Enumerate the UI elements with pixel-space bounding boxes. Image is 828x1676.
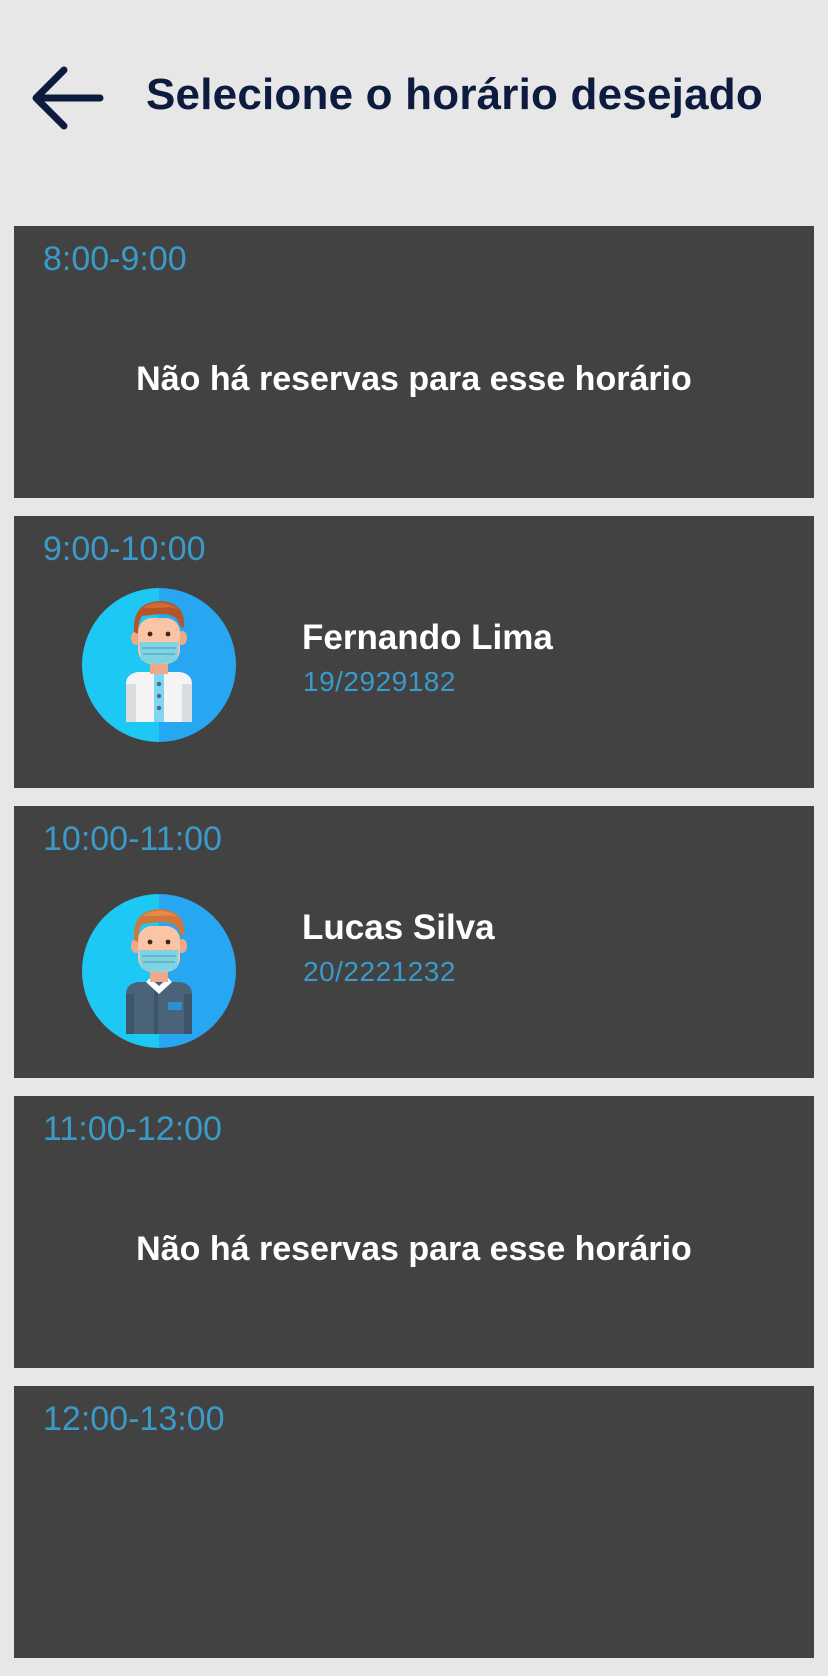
doctor-masked-avatar-icon <box>82 588 236 742</box>
time-slot-card[interactable]: 10:00-11:00 Lucas Silva 20/2221232 <box>14 806 814 1078</box>
slot-time: 9:00-10:00 <box>43 530 206 568</box>
time-slot-card[interactable]: 8:00-9:00 Não há reservas para esse horá… <box>14 226 814 498</box>
time-slot-list: 8:00-9:00 Não há reservas para esse horá… <box>14 226 814 1676</box>
man-masked-avatar-icon <box>82 894 236 1048</box>
time-slot-card[interactable]: 11:00-12:00 Não há reservas para esse ho… <box>14 1096 814 1368</box>
back-button[interactable] <box>28 62 108 134</box>
slot-time: 12:00-13:00 <box>43 1400 225 1438</box>
person-name: Fernando Lima <box>302 618 553 657</box>
page-title: Selecione o horário desejado <box>146 70 763 119</box>
slot-time: 8:00-9:00 <box>43 240 187 278</box>
no-reservation-text: Não há reservas para esse horário <box>136 1230 692 1268</box>
person-id: 20/2221232 <box>303 956 456 987</box>
app-header: Selecione o horário desejado <box>0 0 828 200</box>
arrow-left-icon <box>32 66 104 130</box>
time-slot-card[interactable]: 9:00-10:00 Fernando Lima 19/2929182 <box>14 516 814 788</box>
time-slot-card[interactable]: 12:00-13:00 <box>14 1386 814 1658</box>
no-reservation-text: Não há reservas para esse horário <box>136 360 692 398</box>
person-name: Lucas Silva <box>302 908 495 947</box>
slot-time: 10:00-11:00 <box>43 820 222 858</box>
person-id: 19/2929182 <box>303 666 456 697</box>
slot-time: 11:00-12:00 <box>43 1110 222 1148</box>
